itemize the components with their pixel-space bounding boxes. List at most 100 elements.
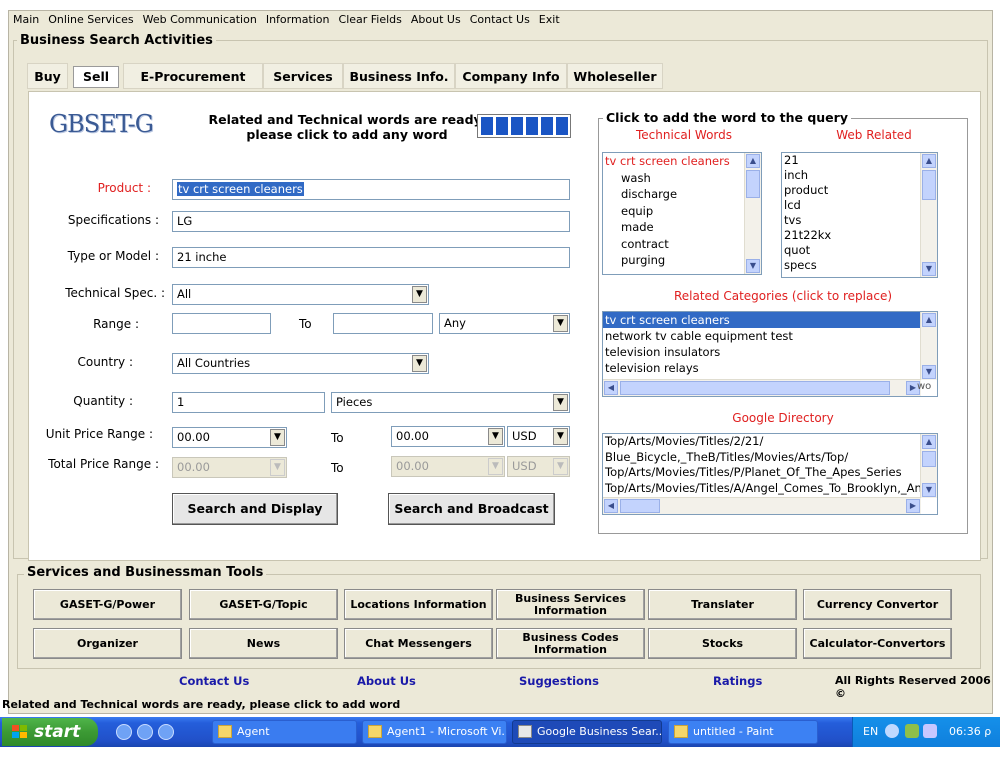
chevron-down-icon[interactable]: ▼ <box>412 355 427 372</box>
range-from-input[interactable] <box>172 313 271 334</box>
list-item[interactable]: quot <box>782 243 937 258</box>
menu-about-us[interactable]: About Us <box>407 11 466 27</box>
contact-us-link[interactable]: Contact Us <box>179 674 249 688</box>
unit-price-to-select[interactable]: 00.00 ▼ <box>391 426 505 447</box>
chevron-down-icon[interactable]: ▼ <box>746 259 760 273</box>
list-item[interactable]: television relays <box>603 360 937 376</box>
language-indicator[interactable]: EN <box>863 725 878 738</box>
list-item[interactable]: contract <box>603 236 761 253</box>
gaset-power-button[interactable]: GASET-G/Power <box>33 589 182 620</box>
vertical-scrollbar[interactable]: ▲ ▼ <box>920 312 937 380</box>
horizontal-scrollbar[interactable]: ◀ ▶ <box>603 379 921 396</box>
google-directory-list[interactable]: Top/Arts/Movies/Titles/2/21/ Blue_Bicycl… <box>602 433 938 515</box>
tab-wholeseller[interactable]: Wholeseller <box>567 63 663 89</box>
list-item[interactable]: network tv cable equipment test <box>603 328 937 344</box>
locations-information-button[interactable]: Locations Information <box>344 589 493 620</box>
tab-company-info[interactable]: Company Info <box>455 63 567 89</box>
quantity-unit-select[interactable]: Pieces ▼ <box>331 392 570 413</box>
list-item[interactable]: made <box>603 219 761 236</box>
calculator-convertors-button[interactable]: Calculator-Convertors <box>803 628 952 659</box>
currency-convertor-button[interactable]: Currency Convertor <box>803 589 952 620</box>
type-model-input[interactable]: 21 inche <box>172 247 570 268</box>
specifications-input[interactable]: LG <box>172 211 570 232</box>
quantity-input[interactable]: 1 <box>172 392 325 413</box>
vertical-scrollbar[interactable]: ▲ ▼ <box>920 153 937 277</box>
list-item[interactable]: 21t22kx <box>782 228 937 243</box>
search-and-broadcast-button[interactable]: Search and Broadcast <box>388 493 555 525</box>
list-item[interactable]: tvs <box>782 213 937 228</box>
volume-icon[interactable] <box>923 724 937 738</box>
menu-main[interactable]: Main <box>9 11 44 27</box>
list-item[interactable]: lcd <box>782 198 937 213</box>
list-item[interactable]: television insulators <box>603 344 937 360</box>
suggestions-link[interactable]: Suggestions <box>519 674 599 688</box>
chevron-down-icon[interactable]: ▼ <box>412 286 427 303</box>
list-item[interactable]: product <box>782 183 937 198</box>
chevron-left-icon[interactable]: ◀ <box>604 499 618 513</box>
quick-launch-media-icon[interactable] <box>137 724 153 740</box>
chevron-left-icon[interactable]: ◀ <box>604 381 618 395</box>
related-categories-list[interactable]: tv crt screen cleaners network tv cable … <box>602 311 938 397</box>
vertical-scrollbar[interactable]: ▲ ▼ <box>744 153 761 274</box>
list-item[interactable]: Top/Arts/Movies/Titles/A/Angel_Comes_To_… <box>603 481 937 497</box>
list-item[interactable]: purging <box>603 252 761 269</box>
chevron-down-icon[interactable]: ▼ <box>488 428 503 445</box>
stocks-button[interactable]: Stocks <box>648 628 797 659</box>
chevron-down-icon[interactable]: ▼ <box>553 394 568 411</box>
list-item[interactable]: tv crt screen cleaners <box>603 153 761 170</box>
translater-button[interactable]: Translater <box>648 589 797 620</box>
task-paint[interactable]: untitled - Paint <box>668 720 818 744</box>
list-item[interactable]: tv crt screen cleaners <box>603 312 937 328</box>
unit-price-from-select[interactable]: 00.00 ▼ <box>172 427 287 448</box>
ratings-link[interactable]: Ratings <box>713 674 762 688</box>
menu-information[interactable]: Information <box>262 11 335 27</box>
menu-exit[interactable]: Exit <box>535 11 565 27</box>
network-icon[interactable] <box>885 724 899 738</box>
range-unit-select[interactable]: Any ▼ <box>439 313 570 334</box>
list-item[interactable]: discharge <box>603 186 761 203</box>
chevron-up-icon[interactable]: ▲ <box>746 154 760 168</box>
news-button[interactable]: News <box>189 628 338 659</box>
tray-app-icon[interactable] <box>905 724 919 738</box>
chevron-right-icon[interactable]: ▶ <box>906 499 920 513</box>
range-to-input[interactable] <box>333 313 433 334</box>
tab-sell[interactable]: Sell <box>73 66 119 88</box>
list-item[interactable]: inch <box>782 168 937 183</box>
search-and-display-button[interactable]: Search and Display <box>172 493 338 525</box>
chevron-up-icon[interactable]: ▲ <box>922 435 936 449</box>
list-item[interactable]: Blue_Bicycle,_TheB/Titles/Movies/Arts/To… <box>603 450 937 466</box>
start-button[interactable]: start <box>2 718 98 746</box>
chevron-up-icon[interactable]: ▲ <box>922 313 936 327</box>
quick-launch-desktop-icon[interactable] <box>158 724 174 740</box>
country-select[interactable]: All Countries ▼ <box>172 353 429 374</box>
chevron-up-icon[interactable]: ▲ <box>922 154 936 168</box>
chevron-down-icon[interactable]: ▼ <box>553 315 568 332</box>
technical-spec-select[interactable]: All ▼ <box>172 284 429 305</box>
chevron-down-icon[interactable]: ▼ <box>922 262 936 276</box>
tab-e-procurement[interactable]: E-Procurement <box>123 63 263 89</box>
menu-clear-fields[interactable]: Clear Fields <box>335 11 407 27</box>
chevron-down-icon[interactable]: ▼ <box>922 483 936 497</box>
tab-services[interactable]: Services <box>263 63 343 89</box>
list-item[interactable]: equip <box>603 203 761 220</box>
horizontal-scrollbar[interactable]: ◀ ▶ <box>603 497 921 514</box>
quick-launch-ie-icon[interactable] <box>116 724 132 740</box>
chevron-down-icon[interactable]: ▼ <box>553 428 568 445</box>
product-input[interactable]: tv crt screen cleaners <box>172 179 570 200</box>
gaset-topic-button[interactable]: GASET-G/Topic <box>189 589 338 620</box>
list-item[interactable]: wash <box>603 170 761 187</box>
task-agent1[interactable]: Agent1 - Microsoft Vi... <box>362 720 507 744</box>
list-item[interactable]: Top/Arts/Movies/Titles/P/Planet_Of_The_A… <box>603 465 937 481</box>
menu-online-services[interactable]: Online Services <box>44 11 138 27</box>
tab-buy[interactable]: Buy <box>27 63 68 89</box>
list-item[interactable]: specs <box>782 258 937 273</box>
task-agent[interactable]: Agent <box>212 720 357 744</box>
business-services-information-button[interactable]: Business Services Information <box>496 589 645 620</box>
task-google-business-search[interactable]: Google Business Sear... <box>512 720 662 744</box>
list-item[interactable]: 21 <box>782 153 937 168</box>
vertical-scrollbar[interactable]: ▲ ▼ <box>920 434 937 498</box>
technical-words-list[interactable]: tv crt screen cleaners wash discharge eq… <box>602 152 762 275</box>
menu-contact-us[interactable]: Contact Us <box>466 11 535 27</box>
chat-messengers-button[interactable]: Chat Messengers <box>344 628 493 659</box>
list-item[interactable]: Top/Arts/Movies/Titles/2/21/ <box>603 434 937 450</box>
